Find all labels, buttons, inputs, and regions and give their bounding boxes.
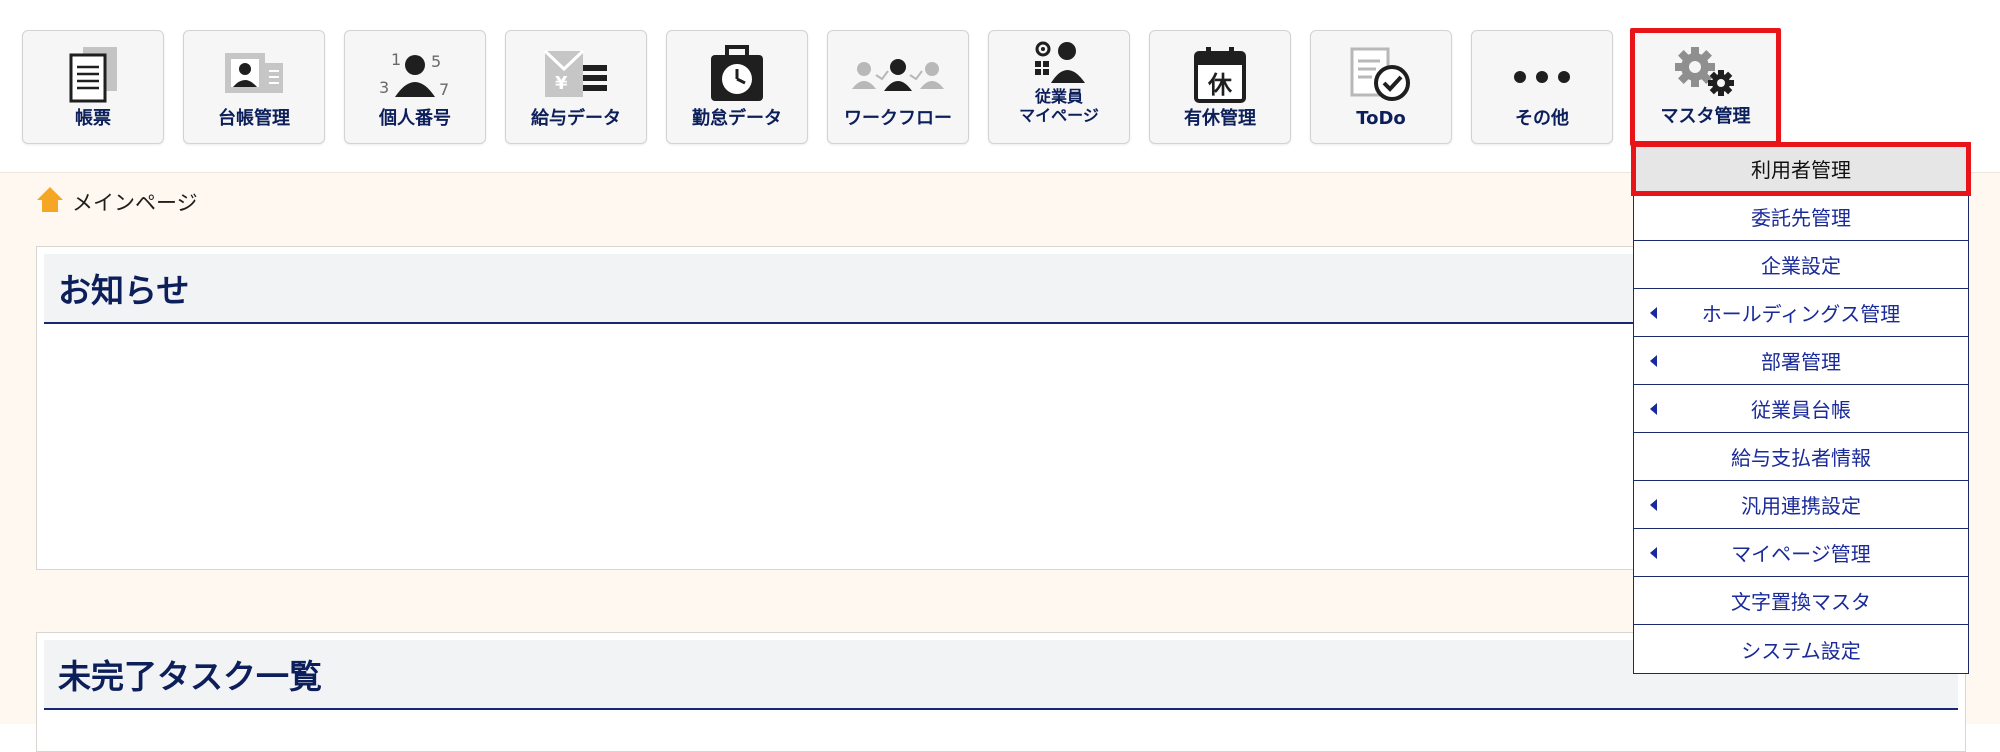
workflow-people-icon [848, 45, 948, 105]
nav-tile-label: ToDo [1356, 108, 1406, 129]
employee-mypage-icon [1029, 39, 1089, 87]
nav-tile-label: 従業員 マイページ [1019, 87, 1099, 125]
nav-tile-label: その他 [1515, 108, 1569, 129]
menu-item-label: 従業員台帳 [1751, 398, 1851, 422]
svg-text:¥: ¥ [555, 73, 568, 94]
nav-tile-label: ワークフロー [844, 108, 952, 129]
svg-text:7: 7 [439, 80, 449, 99]
menu-item-user-management[interactable]: 利用者管理 [1631, 142, 1971, 196]
svg-text:3: 3 [379, 78, 389, 97]
calendar-leave-icon: 休 [1192, 45, 1248, 105]
breadcrumb-label[interactable]: メインページ [72, 187, 198, 217]
document-stack-icon [61, 45, 125, 105]
menu-item-employee-ledger[interactable]: 従業員台帳 [1634, 385, 1968, 433]
menu-item-holdings-management[interactable]: ホールディングス管理 [1634, 289, 1968, 337]
menu-item-department-management[interactable]: 部署管理 [1634, 337, 1968, 385]
nav-tile-paid-leave[interactable]: 休 有休管理 [1149, 30, 1291, 144]
nav-tile-employee-mypage[interactable]: 従業員 マイページ [988, 30, 1130, 144]
menu-item-payer-info[interactable]: 給与支払者情報 [1634, 433, 1968, 481]
nav-tile-todo[interactable]: ToDo [1310, 30, 1452, 144]
breadcrumb: メインページ [36, 185, 198, 218]
menu-item-label: ホールディングス管理 [1701, 302, 1901, 326]
menu-item-label: システム設定 [1741, 638, 1861, 663]
menu-item-label: 部署管理 [1761, 350, 1841, 374]
menu-item-label: 企業設定 [1761, 254, 1841, 278]
menu-item-label: 利用者管理 [1751, 158, 1851, 182]
nav-tile-label: 有休管理 [1184, 108, 1256, 129]
menu-item-system-settings[interactable]: システム設定 [1634, 625, 1968, 673]
nav-tile-forms[interactable]: 帳票 [22, 30, 164, 144]
submenu-caret-icon [1650, 307, 1657, 319]
menu-item-mypage-management[interactable]: マイページ管理 [1634, 529, 1968, 577]
menu-item-contractor-management[interactable]: 委託先管理 [1634, 193, 1968, 241]
more-dots-icon [1507, 45, 1577, 105]
svg-text:休: 休 [1207, 71, 1233, 99]
master-management-dropdown: 利用者管理 委託先管理 企業設定 ホールディングス管理 部署管理 従業員台帳 給… [1631, 142, 1971, 674]
home-icon[interactable] [36, 185, 64, 218]
menu-item-integration-settings[interactable]: 汎用連携設定 [1634, 481, 1968, 529]
menu-item-character-replace-master[interactable]: 文字置換マスタ [1634, 577, 1968, 625]
submenu-caret-icon [1650, 403, 1657, 415]
menu-item-label: 委託先管理 [1751, 206, 1851, 230]
nav-tile-workflow[interactable]: ワークフロー [827, 30, 969, 144]
nav-tile-label: 帳票 [75, 108, 111, 129]
nav-tile-other[interactable]: その他 [1471, 30, 1613, 144]
nav-tile-label: 台帳管理 [218, 108, 290, 129]
submenu-caret-icon [1650, 355, 1657, 367]
menu-item-label: 文字置換マスタ [1731, 590, 1871, 614]
nav-tile-master-management[interactable]: マスタ管理 [1630, 28, 1781, 146]
nav-tile-personal-number[interactable]: 1 5 3 7 個人番号 [344, 30, 486, 144]
clock-briefcase-icon [705, 45, 769, 105]
nav-tile-label: 勤怠データ [692, 108, 782, 129]
menu-item-company-settings[interactable]: 企業設定 [1634, 241, 1968, 289]
yen-envelope-icon: ¥ [539, 45, 613, 105]
nav-tile-label: マスタ管理 [1660, 106, 1751, 127]
svg-text:1: 1 [391, 50, 401, 69]
gears-icon [1671, 43, 1741, 103]
submenu-caret-icon [1650, 499, 1657, 511]
id-card-icon [219, 45, 289, 105]
todo-check-icon [1348, 45, 1414, 105]
nav-tile-payroll[interactable]: ¥ 給与データ [505, 30, 647, 144]
nav-tile-label: 個人番号 [379, 108, 451, 129]
nav-tile-attendance[interactable]: 勤怠データ [666, 30, 808, 144]
nav-tile-ledger[interactable]: 台帳管理 [183, 30, 325, 144]
nav-tile-label: 給与データ [531, 108, 621, 129]
menu-item-label: 給与支払者情報 [1731, 446, 1871, 470]
menu-item-label: マイページ管理 [1731, 542, 1871, 566]
submenu-caret-icon [1650, 547, 1657, 559]
menu-item-label: 汎用連携設定 [1741, 494, 1861, 518]
person-number-icon: 1 5 3 7 [375, 45, 455, 105]
svg-text:5: 5 [431, 52, 441, 71]
